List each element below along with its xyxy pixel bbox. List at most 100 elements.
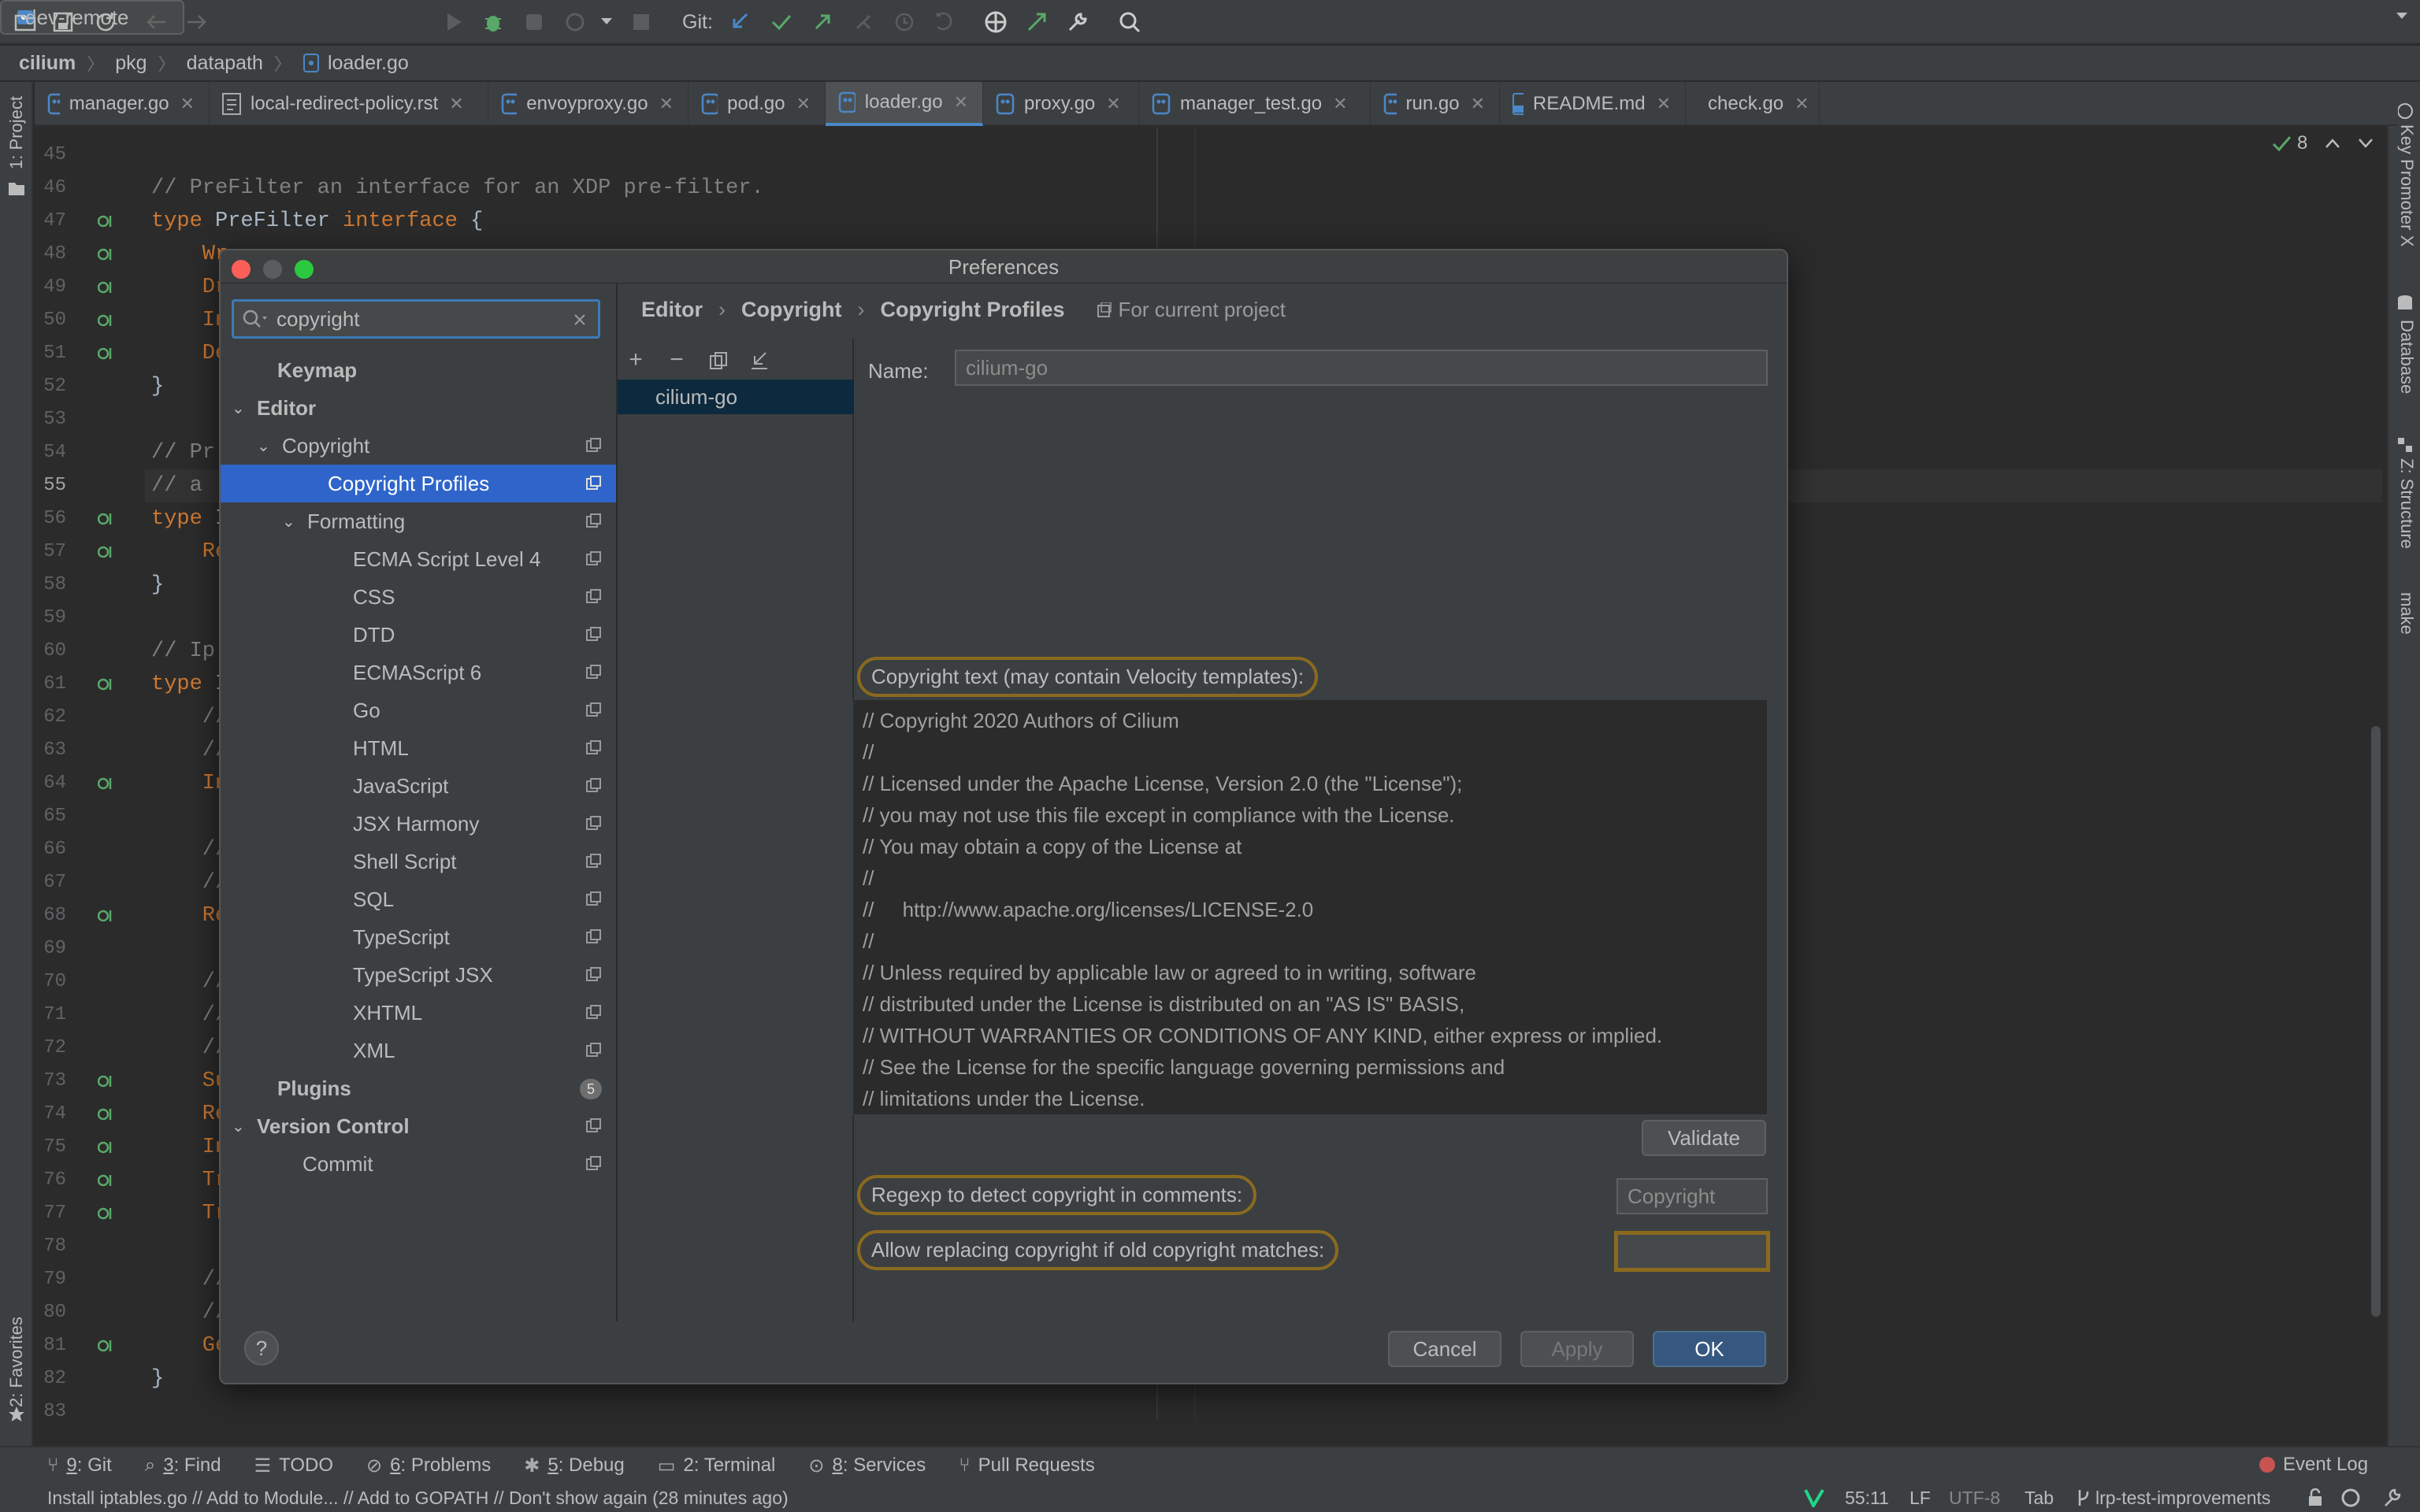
- tab-readme-md[interactable]: README.md ✕: [1500, 82, 1686, 126]
- favorites-tool-button[interactable]: 2: Favorites: [6, 1317, 27, 1407]
- tab-loader-go[interactable]: loader.go ✕: [826, 82, 983, 126]
- copyright-text-area[interactable]: // Copyright 2020 Authors of Cilium // /…: [852, 699, 1768, 1115]
- coverage-icon[interactable]: [520, 8, 548, 36]
- breadcrumb-pkg[interactable]: pkg 〉: [115, 50, 186, 76]
- wrench-icon[interactable]: [1063, 8, 1092, 36]
- implemented-marker-icon[interactable]: [98, 1140, 115, 1154]
- implemented-marker-icon[interactable]: [98, 1107, 115, 1121]
- implemented-marker-icon[interactable]: [98, 1074, 115, 1088]
- tab-run-go[interactable]: run.go ✕: [1371, 82, 1500, 126]
- close-tab-icon[interactable]: ✕: [180, 94, 195, 114]
- tree-node-html[interactable]: HTML: [221, 729, 616, 767]
- tree-node-plugins[interactable]: Plugins 5: [221, 1069, 616, 1107]
- clear-search-icon[interactable]: [573, 313, 587, 327]
- open-external-icon[interactable]: [1023, 8, 1051, 36]
- tool-window-find[interactable]: ⌕ 3: Find: [145, 1455, 221, 1477]
- zoom-window-button[interactable]: [295, 260, 314, 279]
- implemented-marker-icon[interactable]: [98, 214, 115, 228]
- tree-node-copyright[interactable]: ⌄ Copyright: [221, 427, 616, 465]
- tree-node-keymap[interactable]: Keymap: [221, 351, 616, 389]
- implemented-marker-icon[interactable]: [98, 1206, 115, 1221]
- settings-search-field[interactable]: copyright: [232, 299, 600, 339]
- tree-node-sql[interactable]: SQL: [221, 880, 616, 918]
- tool-window-services[interactable]: ⊙ 8: Services: [808, 1455, 926, 1477]
- tree-node-dtd[interactable]: DTD: [221, 616, 616, 654]
- lock-icon[interactable]: [2307, 1488, 2324, 1507]
- editor-scrollbar[interactable]: [2371, 726, 2381, 1317]
- chevron-down-icon[interactable]: ⌄: [232, 1117, 247, 1136]
- cancel-button[interactable]: Cancel: [1388, 1331, 1501, 1367]
- rollback-icon[interactable]: [931, 8, 959, 36]
- profiler-icon[interactable]: [561, 8, 589, 36]
- import-profile-icon[interactable]: [750, 351, 769, 370]
- name-field[interactable]: cilium-go: [955, 350, 1768, 386]
- tree-node-css[interactable]: CSS: [221, 578, 616, 616]
- git-update-icon[interactable]: [726, 8, 755, 36]
- implemented-marker-icon[interactable]: [98, 1339, 115, 1353]
- database-tool-button[interactable]: Database: [2396, 320, 2417, 394]
- tab-pod-go[interactable]: pod.go ✕: [689, 82, 826, 126]
- breadcrumb-datapath[interactable]: datapath 〉: [187, 50, 302, 76]
- search-input[interactable]: copyright: [277, 307, 360, 332]
- allow-replacing-field[interactable]: [1616, 1233, 1768, 1269]
- close-tab-icon[interactable]: ✕: [1333, 94, 1347, 114]
- caret-position[interactable]: 55:11: [1845, 1488, 1889, 1509]
- tree-node-shell-script[interactable]: Shell Script: [221, 843, 616, 880]
- implemented-marker-icon[interactable]: [98, 776, 115, 791]
- implemented-marker-icon[interactable]: [98, 346, 115, 361]
- tab-local-redirect-policy-rst[interactable]: local-redirect-policy.rst ✕: [210, 82, 488, 126]
- search-everywhere-icon[interactable]: [1115, 8, 1144, 36]
- tab-proxy-go[interactable]: proxy.go ✕: [983, 82, 1139, 126]
- git-push-icon[interactable]: [808, 8, 837, 36]
- back-icon[interactable]: [142, 8, 170, 36]
- file-encoding[interactable]: UTF-8: [1949, 1488, 2000, 1509]
- close-tab-icon[interactable]: ✕: [449, 94, 463, 114]
- tab-manager-go[interactable]: manager.go ✕: [35, 82, 210, 126]
- tree-node-commit[interactable]: Commit: [221, 1145, 616, 1183]
- close-tab-icon[interactable]: ✕: [659, 94, 674, 114]
- tree-node-jsx-harmony[interactable]: JSX Harmony: [221, 805, 616, 843]
- validate-button[interactable]: Validate: [1642, 1120, 1766, 1156]
- tree-node-typescript-jsx[interactable]: TypeScript JSX: [221, 956, 616, 994]
- tree-node-javascript[interactable]: JavaScript: [221, 767, 616, 805]
- tab-manager-test-go[interactable]: manager_test.go ✕: [1139, 82, 1371, 126]
- debug-icon[interactable]: [479, 8, 507, 36]
- tool-window-2-terminal[interactable]: ▭ 2: Terminal: [658, 1455, 776, 1477]
- implemented-marker-icon[interactable]: [98, 313, 115, 328]
- indent-setting[interactable]: Tab: [2025, 1488, 2054, 1509]
- tree-node-copyright-profiles[interactable]: Copyright Profiles: [221, 465, 616, 502]
- tab-envoyproxy-go[interactable]: envoyproxy.go ✕: [488, 82, 689, 126]
- implemented-marker-icon[interactable]: [98, 280, 115, 295]
- chevron-down-icon[interactable]: ⌄: [282, 512, 298, 532]
- implemented-marker-icon[interactable]: [98, 512, 115, 526]
- git-branch[interactable]: lrp-test-improvements: [2095, 1488, 2270, 1509]
- git-commit-icon[interactable]: [767, 8, 796, 36]
- close-tab-icon[interactable]: ✕: [1657, 94, 1671, 114]
- breadcrumb-cilium[interactable]: cilium 〉: [19, 50, 115, 76]
- key-promoter-tool-button[interactable]: Key Promoter X: [2396, 124, 2417, 246]
- profile-list-item[interactable]: cilium-go: [618, 380, 854, 414]
- tool-window-git[interactable]: ⑂ 9: Git: [47, 1455, 112, 1477]
- minimize-window-button[interactable]: [263, 260, 282, 279]
- implemented-marker-icon[interactable]: [98, 247, 115, 261]
- inspection-widget[interactable]: 8: [2272, 132, 2374, 154]
- chevron-down-icon[interactable]: ⌄: [232, 398, 247, 418]
- previous-highlight-icon[interactable]: [2325, 138, 2340, 149]
- tree-node-xhtml[interactable]: XHTML: [221, 994, 616, 1032]
- ok-button[interactable]: OK: [1653, 1331, 1766, 1367]
- implemented-marker-icon[interactable]: [98, 909, 115, 923]
- more-run-chevron-icon[interactable]: [592, 8, 621, 36]
- line-separator[interactable]: LF: [1910, 1488, 1931, 1509]
- tree-node-ecmascript-6[interactable]: ECMAScript 6: [221, 654, 616, 691]
- tool-window-problems[interactable]: ⊘ 6: Problems: [366, 1455, 491, 1477]
- status-message[interactable]: Install iptables.go // Add to Module... …: [47, 1488, 789, 1509]
- tree-node-editor[interactable]: ⌄ Editor: [221, 389, 616, 427]
- close-tab-icon[interactable]: ✕: [1106, 94, 1120, 114]
- implemented-marker-icon[interactable]: [98, 677, 115, 691]
- structure-tool-button[interactable]: Z: Structure: [2396, 458, 2417, 549]
- tool-window-debug[interactable]: ✱ 5: Debug: [524, 1455, 625, 1477]
- add-profile-icon[interactable]: +: [625, 348, 646, 372]
- close-window-button[interactable]: [232, 260, 251, 279]
- target-icon[interactable]: [982, 8, 1010, 36]
- tree-node-formatting[interactable]: ⌄ Formatting: [221, 502, 616, 540]
